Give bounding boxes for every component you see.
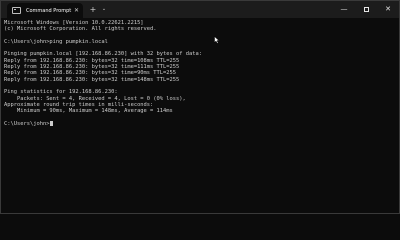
command-prompt-line[interactable]: C:\Users\john> xyxy=(4,121,396,127)
tab-title: Command Prompt xyxy=(26,7,72,14)
tab-command-prompt[interactable]: Command Prompt ✕ xyxy=(7,3,83,18)
title-bar: Command Prompt ✕ + ⌄ — ✕ xyxy=(1,1,399,18)
chevron-down-icon[interactable]: ⌄ xyxy=(99,1,109,18)
maximize-button[interactable] xyxy=(355,1,377,18)
command-prompt-window: Command Prompt ✕ + ⌄ — ✕ Microsoft Windo… xyxy=(0,0,400,214)
new-tab-button[interactable]: + xyxy=(87,1,99,18)
text-cursor xyxy=(49,121,53,127)
close-button[interactable]: ✕ xyxy=(377,1,399,18)
terminal-output[interactable]: Microsoft Windows [Version 10.0.22621.22… xyxy=(4,20,396,210)
maximize-icon xyxy=(363,6,369,12)
minimize-button[interactable]: — xyxy=(333,1,355,18)
mouse-pointer-icon xyxy=(214,36,220,44)
terminal-icon xyxy=(12,7,21,14)
prompt-text: C:\Users\john> xyxy=(4,120,50,127)
tab-close-icon[interactable]: ✕ xyxy=(72,3,81,18)
